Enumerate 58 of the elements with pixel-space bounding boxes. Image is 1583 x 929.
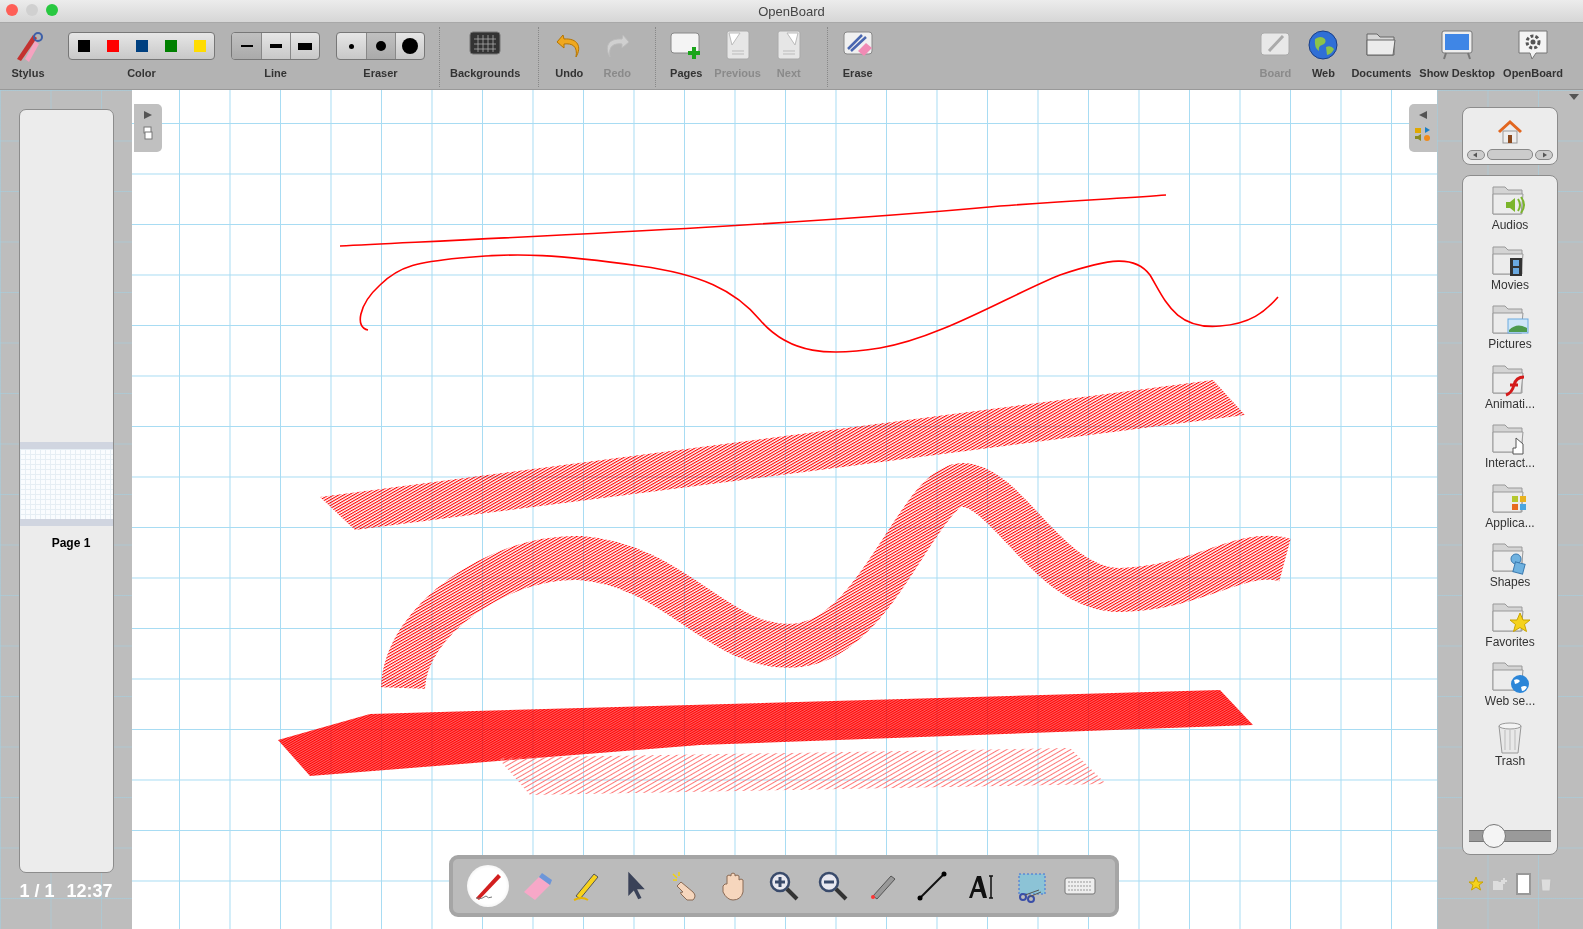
close-button[interactable] (6, 4, 18, 16)
line-width-option[interactable] (232, 33, 261, 59)
web-search-item[interactable]: Web se... (1484, 660, 1536, 720)
color-swatch[interactable] (135, 40, 148, 52)
blank-page-icon[interactable] (1515, 873, 1531, 895)
collapse-icon (1418, 110, 1428, 120)
color-swatch[interactable] (106, 40, 119, 52)
globe-icon (1307, 29, 1340, 61)
pages-button[interactable]: Pages (662, 23, 711, 83)
star-folder-icon (1490, 600, 1530, 635)
whiteboard-canvas[interactable] (132, 90, 1437, 929)
clock-time: 12:37 (66, 881, 113, 902)
shapes-item[interactable]: Shapes (1489, 541, 1531, 601)
slider-thumb[interactable] (1481, 824, 1506, 848)
monitor-icon (1440, 29, 1475, 61)
color-swatch[interactable] (77, 40, 90, 52)
library-toggle-button[interactable] (1409, 104, 1437, 152)
home-icon[interactable] (1496, 118, 1524, 146)
movies-item[interactable]: Movies (1490, 243, 1530, 303)
pictures-item[interactable]: Pictures (1488, 303, 1532, 363)
backgrounds-button[interactable]: Backgrounds (446, 23, 525, 83)
library-icon (1414, 126, 1432, 142)
audios-item[interactable]: Audios (1490, 184, 1530, 244)
path-scrollbar[interactable] (1487, 149, 1533, 160)
settings-icon (1516, 29, 1551, 61)
page-count: 1 / 1 (19, 881, 55, 902)
window-title: OpenBoard (758, 3, 825, 19)
undo-button[interactable]: Undo (545, 23, 594, 83)
eraser-label: Eraser (363, 67, 398, 79)
pages-toggle-button[interactable] (134, 104, 162, 152)
color-swatch[interactable] (193, 40, 206, 52)
picture-folder-icon (1490, 303, 1530, 337)
trash-item[interactable]: Trash (1490, 719, 1530, 779)
scroll-left-icon[interactable] (1467, 149, 1485, 160)
web-button[interactable]: Web (1299, 23, 1348, 83)
caret-icon[interactable] (1569, 93, 1579, 101)
erase-button[interactable]: Erase (833, 23, 882, 83)
show-desktop-button[interactable]: Show Desktop (1415, 23, 1500, 83)
globe-folder-icon (1490, 660, 1530, 694)
favorites-item[interactable]: Favorites (1485, 600, 1535, 660)
page-label: Page 1 (51, 536, 91, 550)
stylus-button[interactable]: Stylus (4, 23, 52, 83)
applications-item[interactable]: Applica... (1485, 481, 1535, 541)
color-swatch[interactable] (164, 40, 177, 52)
animations-item[interactable]: Animati... (1485, 362, 1535, 422)
scroll-right-icon[interactable] (1535, 149, 1553, 160)
eraser-size-option[interactable] (366, 33, 395, 59)
pages-icon (143, 126, 153, 140)
documents-button[interactable]: Documents (1347, 23, 1416, 83)
expand-icon (143, 110, 153, 120)
pen-tool[interactable] (466, 865, 509, 907)
color-label: Color (127, 67, 156, 79)
interactives-item[interactable]: Interact... (1485, 422, 1535, 482)
page-thumbnail[interactable] (19, 442, 113, 526)
eraser-icon (841, 29, 874, 59)
openboard-button[interactable]: OpenBoard (1499, 23, 1567, 83)
star-icon[interactable] (1467, 876, 1484, 892)
line-label: Line (264, 67, 287, 79)
